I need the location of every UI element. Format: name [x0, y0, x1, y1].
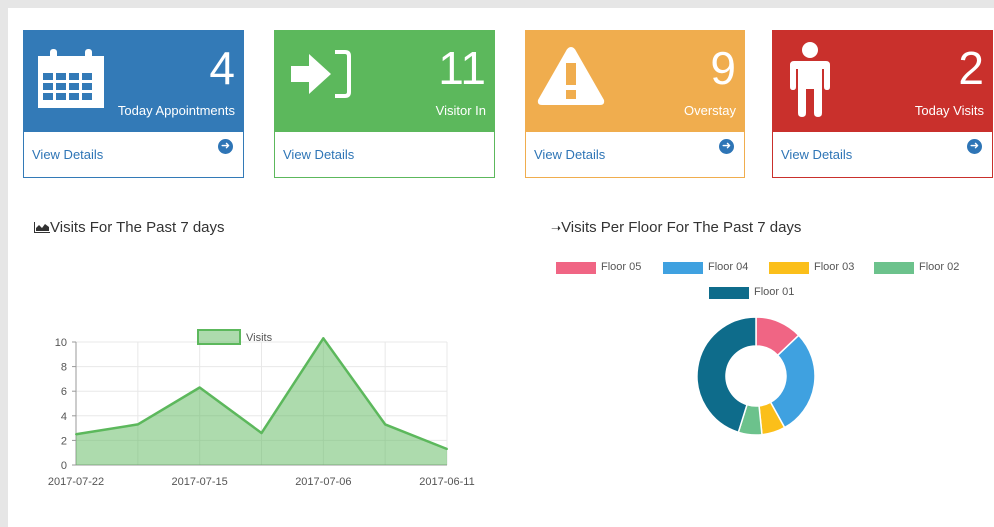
data-point[interactable]: [198, 386, 201, 389]
arrow-right-icon: ➝: [551, 221, 562, 235]
view-details-link[interactable]: View Details: [534, 147, 605, 162]
card-label: Visitor In: [435, 103, 486, 118]
y-tick-label: 8: [61, 362, 67, 374]
card-value: 9: [710, 42, 736, 94]
view-details-link[interactable]: View Details: [781, 147, 852, 162]
y-tick-label: 0: [61, 460, 67, 472]
card-header: 11 Visitor In: [275, 31, 494, 132]
card-footer[interactable]: View Details ➜: [24, 132, 243, 177]
visits-area-chart: 0 2 4 6 8 10 2017-07-22 2017-07-15 2017-07-06 201…: [48, 329, 475, 488]
card-value: 2: [958, 42, 984, 94]
data-point[interactable]: [446, 448, 448, 451]
overstay-card[interactable]: 9 Overstay View Details ➜: [525, 30, 745, 178]
card-label: Today Visits: [914, 103, 984, 118]
card-label: Today Appointments: [117, 103, 235, 118]
x-tick-label: 2017-07-15: [172, 476, 228, 488]
visitor-in-card[interactable]: 11 Visitor In View Details: [274, 30, 495, 178]
legend-label[interactable]: Floor 01: [754, 286, 794, 298]
card-header: 4 Today Appointments: [24, 31, 243, 132]
today-visits-card[interactable]: 2 Today Visits View Details ➜: [772, 30, 993, 178]
y-tick-label: 6: [61, 386, 67, 398]
floor-donut-chart: [696, 316, 816, 436]
legend-label[interactable]: Floor 03: [814, 261, 854, 273]
calendar-icon: [38, 49, 104, 108]
card-footer[interactable]: View Details ➜: [773, 132, 992, 177]
data-point[interactable]: [75, 433, 77, 436]
legend-swatch[interactable]: [556, 262, 596, 274]
card-label: Overstay: [683, 103, 736, 118]
legend-swatch[interactable]: [197, 329, 241, 345]
data-point[interactable]: [136, 423, 139, 426]
legend-label[interactable]: Floor 02: [919, 261, 959, 273]
card-value: 4: [209, 42, 235, 94]
view-details-link[interactable]: View Details: [32, 147, 103, 162]
arrow-circle-right-icon[interactable]: ➜: [218, 139, 233, 154]
card-footer[interactable]: View Details ➜: [526, 132, 744, 177]
y-tick-label: 2: [61, 435, 67, 447]
floor-section-title: ➝Visits Per Floor For The Past 7 days: [551, 219, 801, 236]
legend-swatch[interactable]: [709, 287, 749, 299]
legend-label[interactable]: Floor 04: [708, 261, 748, 273]
x-tick-label: 2017-07-06: [295, 476, 351, 488]
person-icon: [790, 42, 830, 117]
floor-section-title-text: Visits Per Floor For The Past 7 days: [561, 219, 802, 236]
x-tick-label: 2017-06-11: [419, 476, 474, 488]
legend-swatch[interactable]: [769, 262, 809, 274]
card-header: 2 Today Visits: [773, 31, 992, 132]
legend-swatch[interactable]: [874, 262, 914, 274]
sign-in-icon: [291, 50, 351, 98]
card-header: 9 Overstay: [526, 31, 744, 132]
view-details-link[interactable]: View Details: [283, 147, 354, 162]
legend-swatch[interactable]: [663, 262, 703, 274]
arrow-circle-right-icon[interactable]: ➜: [719, 139, 734, 154]
data-point[interactable]: [384, 423, 387, 426]
data-point[interactable]: [322, 337, 325, 340]
area-chart-icon: [34, 222, 50, 233]
warning-icon: [537, 47, 605, 105]
x-tick-label: 2017-07-22: [48, 476, 104, 488]
arrow-circle-right-icon[interactable]: ➜: [967, 139, 982, 154]
y-tick-label: 10: [55, 337, 67, 349]
today-appointments-card[interactable]: 4 Today Appointments View Details ➜: [23, 30, 244, 178]
y-tick-label: 4: [61, 411, 67, 423]
visits-section-title-text: Visits For The Past 7 days: [50, 219, 225, 236]
legend-label[interactable]: Visits: [246, 332, 273, 344]
visits-section-title: Visits For The Past 7 days: [34, 219, 225, 236]
card-value: 11: [438, 42, 486, 94]
card-footer[interactable]: View Details: [275, 132, 494, 177]
data-point[interactable]: [260, 432, 263, 435]
legend-label[interactable]: Floor 05: [601, 261, 641, 273]
